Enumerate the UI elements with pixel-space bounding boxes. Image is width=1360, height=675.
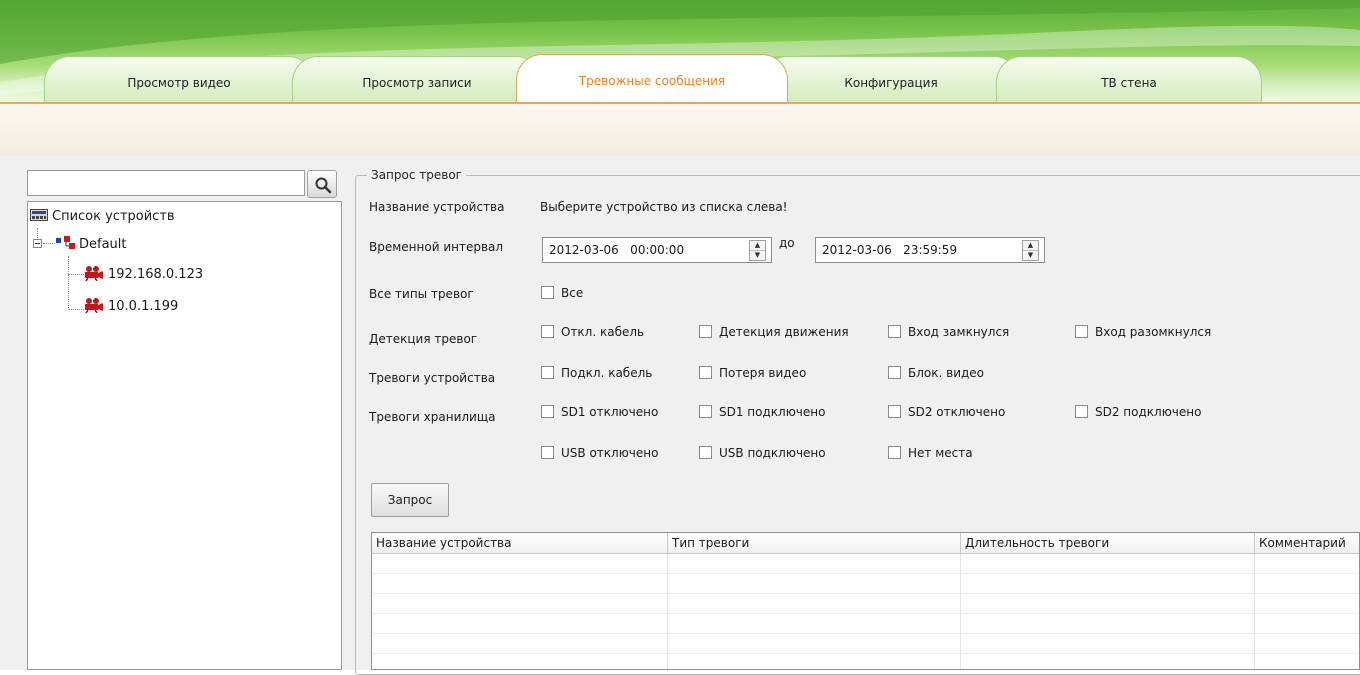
- device-tree[interactable]: Список устройств Default 192.168.0.123 1…: [27, 201, 342, 670]
- device-group-icon: [56, 236, 75, 249]
- checkbox-input-opened[interactable]: Вход разомкнулся: [1075, 325, 1211, 341]
- all-types-label: Все типы тревог: [369, 287, 474, 301]
- header-divider: [0, 102, 1360, 104]
- checkbox-no-space[interactable]: Нет места: [888, 446, 973, 462]
- tree-item-device[interactable]: 192.168.0.123: [84, 265, 203, 285]
- table-row[interactable]: [372, 614, 1359, 634]
- time-to-value: 2012-03-06 23:59:59: [822, 243, 958, 257]
- checkbox-box[interactable]: [541, 325, 554, 338]
- device-alarms-label: Тревоги устройства: [369, 371, 496, 385]
- checkbox-usb-disconnected[interactable]: USB отключено: [541, 446, 658, 462]
- table-row[interactable]: [372, 574, 1359, 594]
- checkbox-box[interactable]: [699, 405, 712, 418]
- checkbox-box[interactable]: [888, 366, 901, 379]
- video-camera-icon: [85, 298, 103, 314]
- tree-item-device-list[interactable]: Список устройств: [30, 207, 175, 227]
- checkbox-box[interactable]: [1075, 325, 1088, 338]
- query-button[interactable]: Запрос: [371, 483, 449, 517]
- time-from-input[interactable]: 2012-03-06 00:00:00: [542, 237, 772, 263]
- device-name-hint: Выберите устройство из списка слева!: [540, 200, 788, 214]
- tree-item-label: Список устройств: [52, 209, 175, 224]
- time-to-input[interactable]: 2012-03-06 23:59:59: [815, 237, 1045, 263]
- checkbox-cable-disconnected[interactable]: Откл. кабель: [541, 325, 644, 341]
- checkbox-box[interactable]: [888, 446, 901, 459]
- device-name-label: Название устройства: [369, 200, 505, 214]
- tree-connector: [68, 274, 84, 275]
- checkbox-sd2-connected[interactable]: SD2 подключено: [1075, 405, 1201, 421]
- checkbox-sd1-connected[interactable]: SD1 подключено: [699, 405, 825, 421]
- table-row[interactable]: [372, 654, 1359, 669]
- time-to-spinner[interactable]: ▲ ▼: [1022, 240, 1039, 261]
- tab-playback[interactable]: Просмотр записи: [292, 56, 542, 102]
- column-header-comment[interactable]: Комментарий: [1255, 533, 1359, 554]
- checkbox-box[interactable]: [541, 405, 554, 418]
- device-search-input[interactable]: [27, 170, 305, 196]
- time-from-value: 2012-03-06 00:00:00: [549, 243, 685, 257]
- tab-configuration[interactable]: Конфигурация: [762, 56, 1020, 102]
- checkbox-box[interactable]: [888, 405, 901, 418]
- table-row[interactable]: [372, 594, 1359, 614]
- results-table[interactable]: Название устройства Тип тревоги Длительн…: [371, 532, 1360, 670]
- checkbox-box[interactable]: [541, 366, 554, 379]
- checkbox-box[interactable]: [699, 366, 712, 379]
- checkbox-motion-detection[interactable]: Детекция движения: [699, 325, 849, 341]
- search-button[interactable]: [307, 170, 337, 198]
- group-title: Запрос тревог: [367, 168, 466, 182]
- tab-tv-wall[interactable]: ТВ стена: [996, 56, 1262, 102]
- spin-down-icon[interactable]: ▼: [1023, 251, 1038, 260]
- tree-connector: [43, 243, 55, 244]
- checkbox-all[interactable]: Все: [541, 286, 583, 302]
- tab-live-view[interactable]: Просмотр видео: [44, 56, 314, 102]
- checkbox-video-loss[interactable]: Потеря видео: [699, 366, 806, 382]
- checkbox-box[interactable]: [1075, 405, 1088, 418]
- collapse-toggle[interactable]: [33, 239, 42, 248]
- spin-up-icon[interactable]: ▲: [1023, 241, 1038, 251]
- tree-connector: [68, 256, 69, 310]
- spin-up-icon[interactable]: ▲: [750, 241, 765, 251]
- table-row[interactable]: [372, 554, 1359, 574]
- checkbox-box[interactable]: [888, 325, 901, 338]
- column-header-alarm-type[interactable]: Тип тревоги: [668, 533, 961, 554]
- time-interval-label: Временной интервал: [369, 240, 504, 254]
- table-row[interactable]: [372, 634, 1359, 654]
- checkbox-box[interactable]: [541, 446, 554, 459]
- column-header-alarm-duration[interactable]: Длительность тревоги: [961, 533, 1255, 554]
- toolbar-strip: [0, 104, 1360, 156]
- tree-connector: [37, 228, 38, 238]
- checkbox-cable-connected[interactable]: Подкл. кабель: [541, 366, 652, 382]
- checkbox-sd2-disconnected[interactable]: SD2 отключено: [888, 405, 1005, 421]
- checkbox-box[interactable]: [699, 446, 712, 459]
- tree-item-label: 192.168.0.123: [108, 267, 204, 282]
- tree-item-label: Default: [79, 237, 127, 252]
- time-separator: до: [779, 236, 795, 250]
- search-icon: [315, 177, 332, 194]
- detection-label: Детекция тревог: [369, 332, 478, 346]
- device-list-icon: [30, 209, 48, 221]
- checkbox-input-closed[interactable]: Вход замкнулся: [888, 325, 1009, 341]
- tree-item-default-group[interactable]: Default: [56, 235, 127, 255]
- tree-item-label: 10.0.1.199: [108, 299, 179, 314]
- checkbox-usb-connected[interactable]: USB подключено: [699, 446, 826, 462]
- tree-item-device[interactable]: 10.0.1.199: [84, 297, 178, 317]
- video-camera-icon: [85, 266, 103, 282]
- time-from-spinner[interactable]: ▲ ▼: [749, 240, 766, 261]
- checkbox-box[interactable]: [699, 325, 712, 338]
- checkbox-sd1-disconnected[interactable]: SD1 отключено: [541, 405, 658, 421]
- column-header-device-name[interactable]: Название устройства: [372, 533, 668, 554]
- checkbox-video-blind[interactable]: Блок. видео: [888, 366, 984, 382]
- checkbox-box[interactable]: [541, 286, 554, 299]
- spin-down-icon[interactable]: ▼: [750, 251, 765, 260]
- storage-alarms-label: Тревоги хранилища: [369, 410, 496, 424]
- tree-connector: [68, 309, 84, 310]
- tab-alarm-messages[interactable]: Тревожные сообщения: [516, 54, 788, 104]
